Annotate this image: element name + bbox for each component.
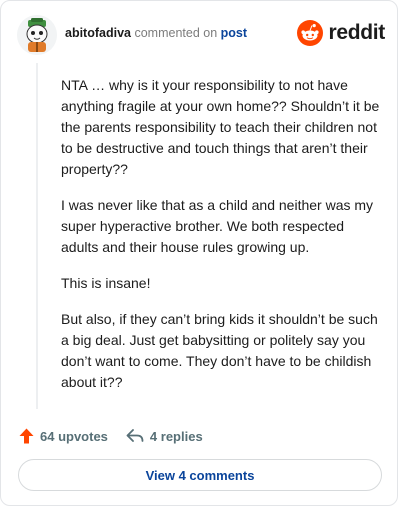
action-text: commented on — [134, 26, 218, 40]
view-comments-button[interactable]: View 4 comments — [18, 459, 382, 491]
byline: abitofadiva commented on post — [65, 26, 247, 40]
avatar-image — [17, 15, 57, 55]
reply-count: 4 replies — [149, 428, 203, 444]
upvote-arrow-icon — [19, 428, 34, 444]
reddit-logo[interactable]: reddit — [297, 19, 385, 47]
comment-header: abitofadiva commented on post reddit — [17, 15, 385, 55]
comment-paragraph: This is insane! — [61, 275, 151, 291]
upvote-button[interactable]: 64 upvotes — [19, 428, 108, 444]
logo-text: reddit — [328, 21, 385, 44]
comment-footer: 64 upvotes 4 replies — [19, 424, 379, 448]
avatar[interactable] — [17, 15, 57, 55]
reply-arrow-icon — [126, 429, 144, 442]
username-link[interactable]: abitofadiva — [65, 26, 131, 40]
comment-paragraph: I was never like that as a child and nei… — [61, 197, 374, 255]
comment-body: NTA … why is it your responsibility to n… — [61, 75, 383, 408]
comment-paragraph: NTA … why is it your responsibility to n… — [61, 77, 380, 177]
comment-card: abitofadiva commented on post reddit NTA… — [0, 0, 398, 506]
comment-paragraph: But also, if they can’t bring kids it sh… — [61, 311, 378, 390]
upvote-count: 64 upvotes — [40, 428, 108, 444]
replies-button[interactable]: 4 replies — [126, 428, 203, 444]
post-link[interactable]: post — [221, 26, 247, 40]
reddit-snoo-icon — [297, 20, 324, 46]
thread-line[interactable] — [36, 63, 38, 409]
